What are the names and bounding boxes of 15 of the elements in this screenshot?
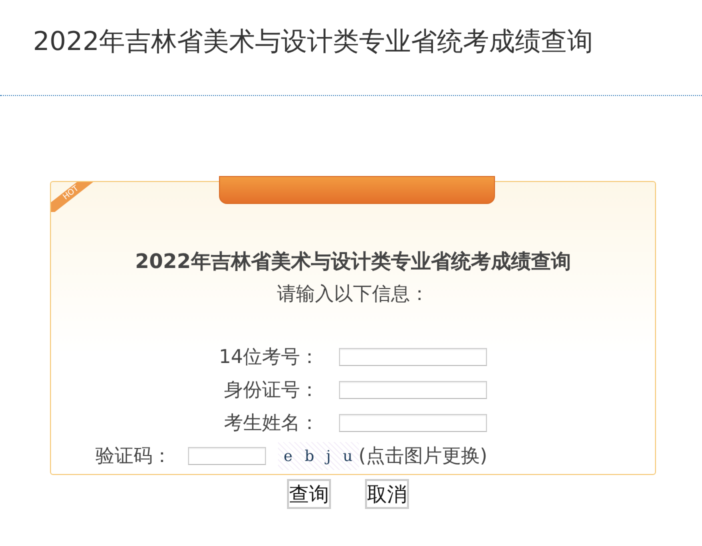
captcha-refresh-hint: (点击图片更换) bbox=[358, 444, 488, 469]
field-label: 验证码： bbox=[96, 444, 172, 469]
input-field[interactable] bbox=[339, 381, 487, 399]
captcha-image[interactable]: e b j u bbox=[278, 442, 358, 470]
field-label: 身份证号： bbox=[223, 378, 319, 403]
field-label: 14位考号： bbox=[218, 345, 319, 370]
page-title: 2022年吉林省美术与设计类专业省统考成绩查询 bbox=[33, 26, 594, 59]
card-title: 2022年吉林省美术与设计类专业省统考成绩查询 bbox=[135, 248, 571, 275]
form-button[interactable]: 取消 bbox=[365, 479, 409, 509]
form-button[interactable]: 查询 bbox=[287, 479, 331, 509]
input-field[interactable] bbox=[339, 414, 487, 432]
captcha-input[interactable] bbox=[188, 447, 266, 465]
field-label: 考生姓名： bbox=[223, 411, 319, 436]
form-instruction: 请输入以下信息： bbox=[277, 282, 429, 307]
input-field[interactable] bbox=[339, 348, 487, 366]
